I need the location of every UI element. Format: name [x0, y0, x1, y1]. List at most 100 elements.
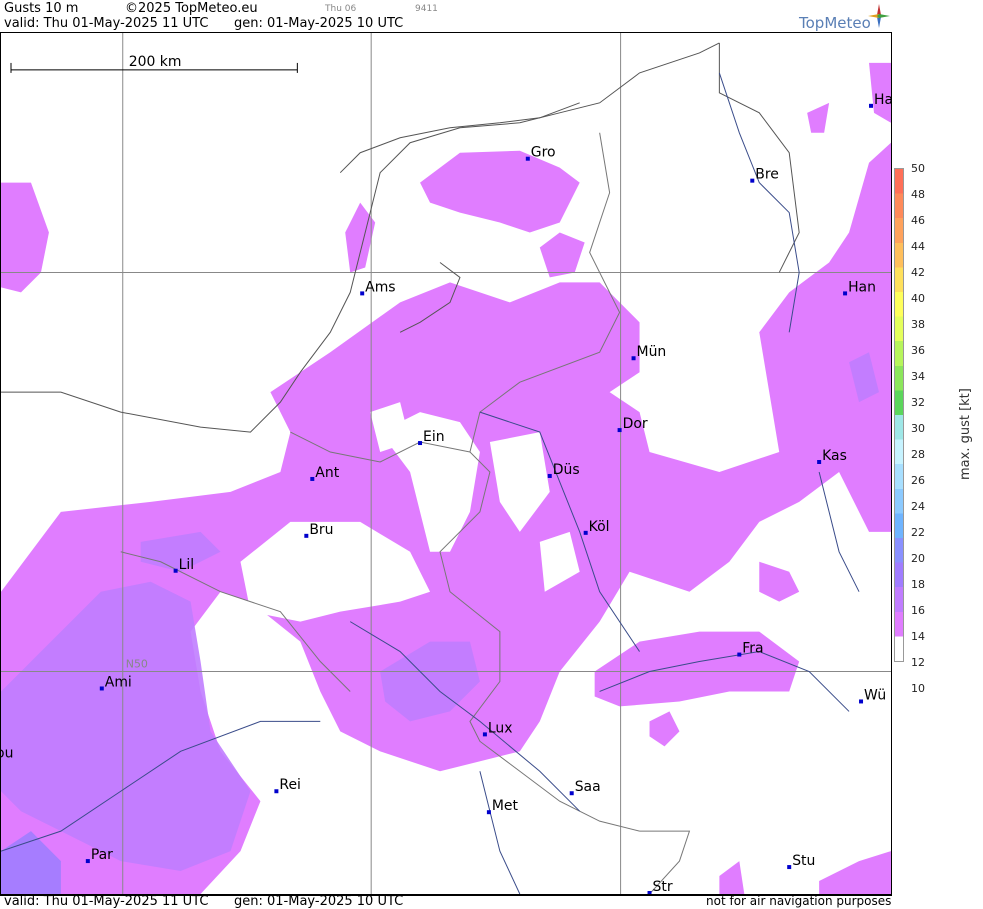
header-small-day: Thu 06: [325, 4, 357, 14]
city-marker: [859, 699, 864, 704]
city-marker: [843, 291, 848, 296]
legend-tick: 34: [911, 370, 925, 383]
city-stu: Stu: [787, 853, 815, 869]
city-label: Bru: [309, 522, 333, 538]
city-ams: Ams: [360, 279, 396, 295]
legend-tick: 20: [911, 552, 925, 565]
footer-generated-time: gen: 01-May-2025 10 UTC: [234, 894, 404, 909]
city-marker: [737, 652, 742, 657]
city-label: Ams: [365, 279, 395, 295]
city-bru: Bru: [304, 522, 333, 538]
legend-tick: 16: [911, 604, 925, 617]
city-par: Par: [85, 847, 113, 864]
header-small-code: 9411: [415, 4, 438, 14]
legend-tick: 18: [911, 578, 925, 591]
city-label: Düs: [553, 462, 580, 478]
city-marker: [617, 428, 622, 433]
city-han: Han: [843, 279, 876, 295]
legend-tick: 24: [911, 500, 925, 513]
city-wü: Wü: [859, 687, 886, 703]
footer-valid-time: valid: Thu 01-May-2025 11 UTC: [4, 894, 209, 909]
city-marker: [274, 789, 279, 794]
legend-color-bar: [894, 168, 904, 662]
gust-map: N50 200 km Gro Bre Ha Ams Han Mün Dor Ein Kas Ant…: [0, 32, 892, 895]
legend-tick: 32: [911, 396, 925, 409]
legend-tick: 44: [911, 240, 925, 253]
city-ant: Ant: [310, 465, 340, 481]
compass-rose-icon: [868, 4, 890, 28]
city-marker: [787, 865, 792, 870]
city-lux: Lux: [482, 720, 513, 737]
city-marker: [631, 356, 636, 361]
legend-label: max. gust [kt]: [958, 388, 973, 480]
city-label: Kas: [822, 448, 847, 464]
legend-tick: 28: [911, 448, 925, 461]
legend-tick: 48: [911, 188, 925, 201]
city-label: Köl: [589, 519, 610, 535]
city-marker: [583, 530, 588, 535]
city-marker: [418, 441, 423, 446]
city-label: Stu: [792, 853, 815, 869]
legend-tick: 14: [911, 630, 925, 643]
legend-tick: 22: [911, 526, 925, 539]
city-label: Ha: [874, 92, 892, 108]
logo-text: TopMeteo: [799, 14, 871, 32]
legend-tick: 26: [911, 474, 925, 487]
city-marker: [85, 859, 90, 864]
legend-tick: 40: [911, 292, 925, 305]
city-label: Wü: [864, 687, 886, 703]
legend-tick: 12: [911, 656, 925, 669]
city-marker: [547, 473, 552, 478]
legend-tick: 36: [911, 344, 925, 357]
city-rei: Rei: [274, 777, 301, 793]
city-label: Ami: [105, 674, 132, 690]
city-marker: [569, 791, 574, 796]
city-dor: Dor: [617, 416, 648, 433]
city-marker: [750, 178, 755, 183]
legend-tick: 10: [911, 682, 925, 695]
city-saa: Saa: [569, 779, 601, 796]
city-marker: [173, 568, 178, 573]
city-label: Bre: [755, 167, 779, 183]
city-label: Dor: [623, 416, 648, 432]
city-gro: Gro: [525, 145, 556, 161]
grid-label-n50: N50: [126, 658, 148, 671]
city-label: Lil: [179, 557, 195, 573]
city-marker: [486, 810, 491, 815]
map-title: Gusts 10 m: [4, 1, 79, 16]
legend-tick: 50: [911, 162, 925, 175]
city-label: Rei: [279, 777, 301, 793]
city-label: Par: [91, 847, 113, 863]
city-label: ou: [0, 745, 13, 761]
city-label: Lux: [488, 720, 513, 736]
city-label: Gro: [531, 145, 556, 161]
city-kas: Kas: [817, 448, 847, 464]
city-str: Str: [647, 879, 673, 895]
city-label: Str: [653, 879, 673, 895]
copyright-text: ©2025 TopMeteo.eu: [125, 1, 258, 16]
city-bre: Bre: [750, 167, 779, 183]
city-met: Met: [486, 798, 519, 815]
city-marker: [869, 103, 874, 108]
city-marker: [310, 476, 315, 481]
valid-time: valid: Thu 01-May-2025 11 UTC: [4, 16, 209, 31]
city-label: Ein: [423, 429, 445, 445]
city-label: Han: [848, 279, 876, 295]
city-ami: Ami: [99, 674, 132, 690]
generated-time: gen: 01-May-2025 10 UTC: [234, 16, 404, 31]
city-marker: [304, 533, 309, 538]
city-label: Mün: [637, 344, 667, 360]
legend-tick: 42: [911, 266, 925, 279]
legend-tick: 38: [911, 318, 925, 331]
city-mün: Mün: [631, 344, 667, 361]
scale-bar-label: 200 km: [129, 54, 182, 70]
city-marker: [525, 156, 530, 161]
legend-tick: 30: [911, 422, 925, 435]
city-label: Saa: [575, 779, 601, 795]
navigation-disclaimer: not for air navigation purposes: [706, 894, 892, 908]
city-label: Met: [492, 798, 519, 814]
city-label: Ant: [315, 465, 339, 481]
city-marker: [482, 732, 487, 737]
city-ou: ou: [0, 745, 13, 761]
city-düs: Düs: [547, 462, 580, 478]
